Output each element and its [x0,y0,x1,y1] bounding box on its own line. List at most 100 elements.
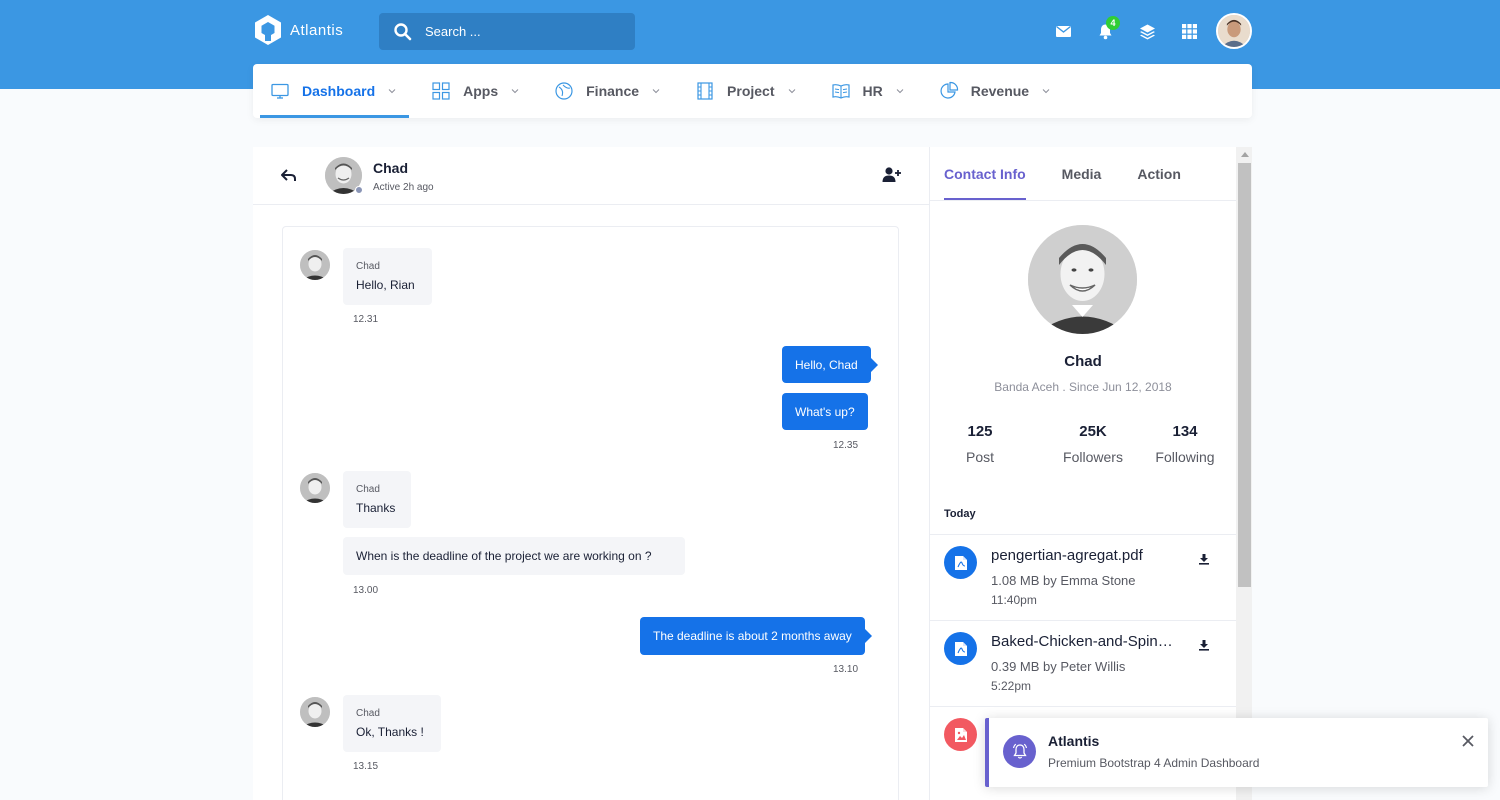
film-icon [697,82,713,100]
search-box[interactable] [379,13,635,50]
file-name[interactable]: pengertian-agregat.pdf [991,547,1181,564]
back-arrow-icon[interactable] [279,165,299,185]
toast-title: Atlantis [1048,733,1100,749]
search-icon[interactable] [393,22,413,42]
book-icon [831,84,850,99]
message-text: Hello, Chad [795,357,858,372]
message-text: Ok, Thanks ! [356,725,424,739]
nav-item-finance[interactable]: Finance [544,64,673,118]
file-time: 5:22pm [991,679,1032,693]
message-text: When is the deadline of the project we a… [356,549,652,563]
contact-status: Active 2h ago [373,182,434,193]
nav-label: Finance [586,83,640,99]
notifications-button[interactable]: 4 [1092,14,1120,48]
bell-icon [1003,735,1036,768]
chat-panel: Chad Active 2h ago Chad Hello, Rian 12.3… [253,147,929,800]
profile-name: Chad [1064,353,1102,370]
stat-label: Following [1155,449,1215,465]
profile-avatar-image [1028,225,1137,334]
nav-label: Apps [463,83,499,99]
avatar-image [300,473,330,503]
stat-value: 125 [967,423,993,440]
message-text: Hello, Rian [356,278,415,292]
user-avatar-image [1218,15,1250,47]
close-icon[interactable] [1461,734,1475,748]
nav-item-dashboard[interactable]: Dashboard [260,64,410,118]
message-bubble-incoming: Chad Hello, Rian [343,248,432,305]
avatar-image [300,697,330,727]
scroll-up-arrow-icon[interactable] [1241,152,1249,157]
download-icon[interactable] [1198,639,1210,651]
tab-media[interactable]: Media [1062,147,1102,200]
download-icon[interactable] [1198,553,1210,565]
message-bubble-outgoing: The deadline is about 2 months away [640,617,872,655]
main-nav: Dashboard Apps Finance Project HR Revenu… [253,64,1252,118]
nav-item-revenue[interactable]: Revenue [929,64,1063,118]
message-bubble-incoming: Chad Ok, Thanks ! [343,695,441,752]
message-time: 13.10 [833,664,859,675]
grid-icon [432,82,450,100]
message-time: 12.35 [833,440,859,451]
messages-button[interactable] [1050,14,1076,48]
apps-grid-button[interactable] [1176,14,1202,48]
search-input[interactable] [425,24,615,39]
tab-contact-info[interactable]: Contact Info [944,147,1026,200]
layers-icon [1139,24,1155,39]
info-tabs: Contact Info Media Action [944,147,1217,200]
message-time: 13.00 [353,585,379,596]
profile-subtitle: Banda Aceh . Since Jun 12, 2018 [994,380,1172,394]
nav-label: Dashboard [302,83,376,99]
message-sender: Chad [356,708,380,719]
stat-followers: 25K Followers [1043,423,1143,465]
chevron-down-icon [788,89,795,94]
nav-item-apps[interactable]: Apps [421,64,532,118]
toast-notification: Atlantis Premium Bootstrap 4 Admin Dashb… [985,718,1488,787]
notification-badge: 4 [1106,16,1120,30]
scrollbar[interactable] [1236,147,1252,800]
user-avatar[interactable] [1216,13,1252,49]
stat-value: 25K [1079,423,1107,440]
avatar-image [300,250,330,280]
nav-item-hr[interactable]: HR [821,64,917,118]
divider [930,200,1236,201]
file-item[interactable]: pengertian-agregat.pdf 1.08 MB by Emma S… [930,534,1236,620]
add-user-icon[interactable] [882,166,902,184]
message-text: What's up? [795,404,855,419]
chevron-down-icon [388,89,396,94]
tab-action[interactable]: Action [1137,147,1181,200]
chevron-down-icon [1042,89,1050,94]
message-time: 13.15 [353,761,379,772]
nav-label: Revenue [970,83,1030,99]
toast-message: Premium Bootstrap 4 Admin Dashboard [1048,756,1260,770]
chevron-down-icon [896,89,904,94]
file-pdf-icon [944,546,977,579]
section-label: Today [944,508,976,520]
message-sender: Chad [356,261,380,272]
file-item[interactable]: Baked-Chicken-and-Spinach.pdf 0.39 MB by… [930,620,1236,706]
header-actions: 4 [1050,14,1218,48]
stat-label: Followers [1063,449,1123,465]
compass-icon [555,82,573,100]
logo-icon [255,15,281,45]
contact-info-panel: Contact Info Media Action Chad Banda Ace… [929,147,1252,800]
chevron-down-icon [652,89,660,94]
chat-header: Chad Active 2h ago [253,147,929,205]
avatar [300,250,330,280]
message-time: 12.31 [353,314,379,325]
avatar [300,697,330,727]
status-dot [355,186,363,194]
file-image-icon [944,718,977,751]
brand-name: Atlantis [290,21,344,39]
file-name[interactable]: Baked-Chicken-and-Spinach.pdf [991,633,1181,650]
scrollbar-thumb[interactable] [1238,163,1251,587]
avatar [300,473,330,503]
message-sender: Chad [356,484,380,495]
message-bubble-incoming: Chad Thanks [343,471,411,528]
desktop-icon [271,83,289,99]
brand[interactable]: Atlantis [254,14,343,46]
nav-label: Project [727,83,775,99]
nav-item-project[interactable]: Project [685,64,808,118]
stat-posts: 125 Post [930,423,1030,465]
quick-actions-button[interactable] [1134,14,1160,48]
envelope-icon [1055,25,1071,37]
